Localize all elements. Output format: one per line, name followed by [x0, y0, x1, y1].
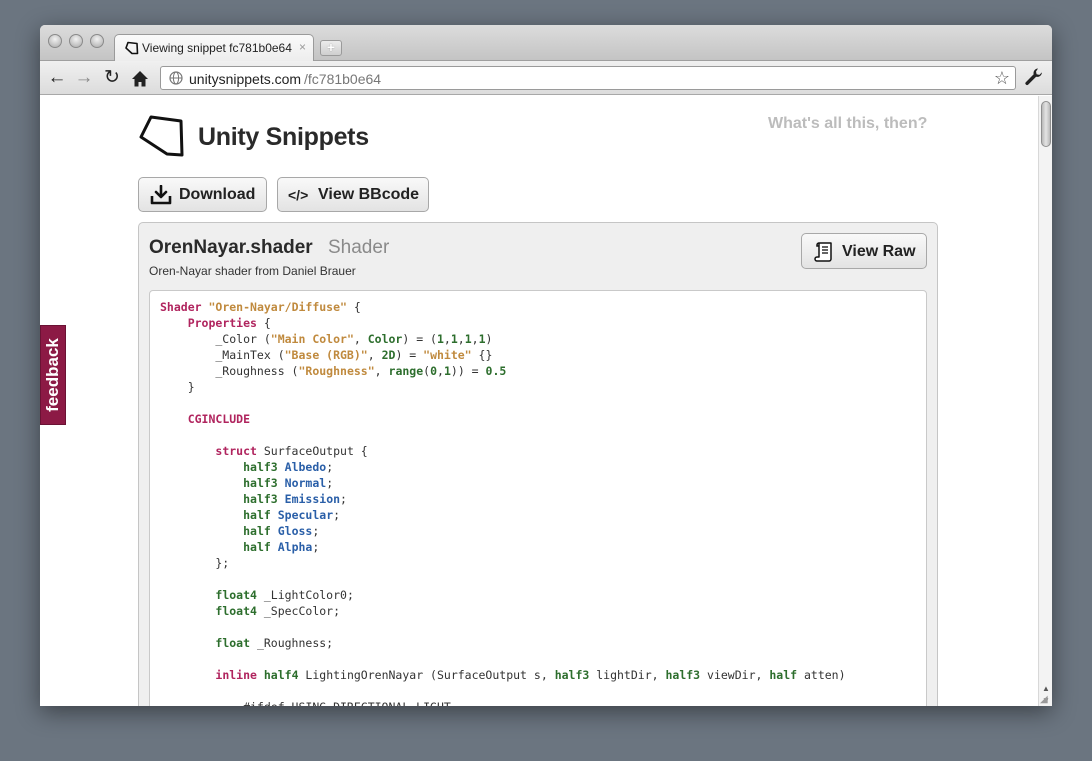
forward-button[interactable]: → — [73, 67, 95, 89]
home-button[interactable] — [131, 70, 149, 88]
about-link[interactable]: What's all this, then? — [768, 115, 927, 133]
view-raw-label: View Raw — [842, 243, 916, 260]
scrollbar-thumb[interactable] — [1041, 101, 1051, 147]
reload-button[interactable]: ↻ — [101, 67, 123, 89]
snippet-name: OrenNayar.shader — [149, 237, 313, 258]
feedback-label: feedback — [43, 338, 62, 412]
wrench-menu-icon[interactable] — [1024, 67, 1044, 87]
view-bbcode-label: View BBcode — [318, 186, 420, 203]
code-line: } — [160, 380, 195, 394]
feedback-tab[interactable]: feedback — [40, 325, 66, 425]
url-host: unitysnippets.com — [189, 71, 302, 87]
code-line: half3 Albedo; — [243, 460, 334, 474]
site-favicon-icon — [125, 41, 139, 55]
code-line: CGINCLUDE — [187, 412, 251, 426]
tab-close-icon[interactable]: × — [299, 40, 306, 54]
bookmark-star-icon[interactable]: ☆ — [994, 68, 1010, 89]
code-line: half Alpha; — [243, 540, 320, 554]
back-button[interactable]: ← — [46, 67, 68, 89]
code-line: half Specular; — [243, 508, 341, 522]
snippet-panel: OrenNayar.shader Shader Oren-Nayar shade… — [138, 222, 938, 706]
page-scrollbar[interactable]: ▲ ▼ — [1038, 96, 1052, 706]
code-line: half Gloss; — [243, 524, 320, 538]
view-raw-button[interactable]: View Raw — [801, 233, 927, 269]
snippet-description: Oren-Nayar shader from Daniel Brauer — [149, 264, 356, 278]
code-block[interactable]: Shader "Oren-Nayar/Diffuse" { Properties… — [149, 290, 927, 706]
code-line: Properties { — [187, 316, 271, 330]
code-line: }; — [160, 556, 230, 570]
snippet-type: Shader — [328, 237, 390, 258]
view-bbcode-button[interactable]: </> View BBcode — [277, 177, 429, 212]
scroll-document-icon — [814, 242, 832, 262]
zoom-window-button[interactable] — [90, 34, 104, 48]
tab-active[interactable]: Viewing snippet fc781b0e64 × — [114, 34, 314, 61]
code-line: float _Roughness; — [215, 636, 334, 650]
code-line: _MainTex ("Base (RGB)", 2D) = "white" {} — [160, 348, 493, 362]
unity-snippets-logo-icon[interactable] — [138, 112, 188, 160]
code-line: _Roughness ("Roughness", range(0,1)) = 0… — [160, 364, 507, 378]
resize-grip-icon[interactable]: ◢ — [1040, 694, 1048, 705]
tab-title: Viewing snippet fc781b0e64 — [142, 41, 292, 55]
scroll-up-arrow-icon[interactable]: ▲ — [1041, 684, 1051, 693]
code-line: float4 _SpecColor; — [215, 604, 341, 618]
code-line: Shader "Oren-Nayar/Diffuse" { — [160, 300, 361, 314]
address-bar[interactable]: unitysnippets.com /fc781b0e64 ☆ — [160, 66, 1016, 90]
code-line: #ifdef USING_DIRECTIONAL_LIGHT — [160, 699, 451, 706]
minimize-window-button[interactable] — [69, 34, 83, 48]
new-tab-button[interactable]: + — [320, 40, 342, 56]
download-button[interactable]: Download — [138, 177, 267, 212]
download-icon — [150, 185, 172, 205]
code-brackets-icon: </> — [288, 187, 309, 203]
code-line: half3 Emission; — [243, 492, 347, 506]
code-line: inline half4 LightingOrenNayar (SurfaceO… — [215, 668, 846, 682]
browser-window: Viewing snippet fc781b0e64 × + ← → ↻ uni… — [40, 25, 1052, 706]
download-label: Download — [179, 186, 256, 203]
code-line: float4 _LightColor0; — [215, 588, 354, 602]
code-line: struct SurfaceOutput { — [215, 444, 368, 458]
url-path: /fc781b0e64 — [304, 71, 382, 87]
tab-strip: Viewing snippet fc781b0e64 × + — [40, 25, 1052, 61]
browser-toolbar: ← → ↻ unitysnippets.com /fc781b0e64 ☆ — [40, 61, 1052, 95]
code-line: half3 Normal; — [243, 476, 334, 490]
close-window-button[interactable] — [48, 34, 62, 48]
globe-icon — [169, 71, 183, 85]
code-line: _Color ("Main Color", Color) = (1,1,1,1) — [160, 332, 493, 346]
site-title[interactable]: Unity Snippets — [198, 123, 369, 152]
page-viewport: Unity Snippets What's all this, then? Do… — [40, 96, 1038, 706]
